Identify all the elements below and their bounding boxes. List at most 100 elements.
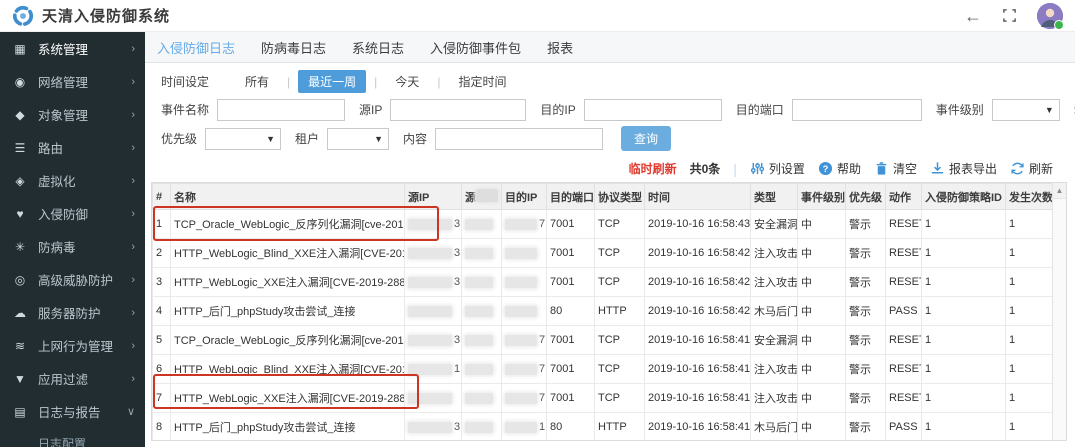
filter-input-目的端口[interactable] [792,99,922,121]
redaction-blur [408,248,452,259]
cell-protocol: TCP [595,326,645,355]
cell-action: RESET [886,384,922,413]
cell-level: 中 [798,210,846,239]
record-count: 共0条 [690,160,721,177]
sidebar-item-4[interactable]: ☰路由› [0,131,145,164]
cell-dst_port: 7001 [547,210,595,239]
server-icon: ☁ [12,306,28,320]
column-header-14: 发生次数 [1006,184,1055,210]
cell-src_ip: 3 [405,210,462,239]
cell-time: 2019-10-16 16:58:41 [645,355,751,384]
cell-src_port [462,268,502,297]
sidebar-item-label: 应用过滤 [38,369,131,388]
search-button[interactable]: 查询 [621,126,671,151]
fullscreen-icon[interactable] [1002,8,1017,23]
tab-5[interactable]: 报表 [547,38,573,57]
toolbar-button-列设置[interactable]: 列设置 [750,160,805,177]
refresh-notice: 临时刷新 [629,160,677,177]
sidebar-subitem[interactable]: 日志配置 [0,428,145,447]
column-header-11: 优先级 [846,184,886,210]
filter-input-内容[interactable] [435,128,603,150]
redaction-blur [465,306,493,317]
redacted-visible-digit: 3 [454,276,460,288]
filter-select-租户[interactable]: ▼ [327,128,389,150]
sidebar-item-10[interactable]: ≋上网行为管理› [0,329,145,362]
table-row[interactable]: 1TCP_Oracle_WebLogic_反序列化漏洞[cve-2019-289… [153,210,1055,239]
column-settings-icon [750,161,765,176]
table-row[interactable]: 8HTTP_后门_phpStudy攻击尝试_连接3180HTTP2019-10-… [153,413,1055,442]
cell-priority: 警示 [846,326,886,355]
sidebar-item-7[interactable]: ✳防病毒› [0,230,145,263]
cell-count: 1 [1006,239,1055,268]
cell-policy_id: 1 [922,326,1006,355]
threat-icon: ◎ [12,273,28,287]
sidebar-item-12[interactable]: ▤日志与报告∨ [0,395,145,428]
column-header-12: 动作 [886,184,922,210]
chevron-right-icon: › [131,274,135,286]
sidebar-item-6[interactable]: ♥入侵防御› [0,197,145,230]
time-option-4[interactable]: 指定时间 [448,70,516,93]
table-row[interactable]: 6HTTP_WebLogic_Blind_XXE注入漏洞[CVE-2019-26… [153,355,1055,384]
toolbar-button-刷新[interactable]: 刷新 [1010,160,1053,177]
toolbar-button-帮助[interactable]: ?帮助 [818,160,861,177]
time-option-2[interactable]: 最近一周 [298,70,366,93]
sidebar-item-8[interactable]: ◎高级威胁防护› [0,263,145,296]
sidebar-item-5[interactable]: ◈虚拟化› [0,164,145,197]
cell-action: RESET [886,268,922,297]
filter-field: 源IP [359,99,526,121]
cell-action: RESET [886,326,922,355]
sidebar-item-9[interactable]: ☁服务器防护› [0,296,145,329]
table-row[interactable]: 3HTTP_WebLogic_XXE注入漏洞[CVE-2019-2887]370… [153,268,1055,297]
table-row[interactable]: 7HTTP_WebLogic_XXE注入漏洞[CVE-2019-2887]770… [153,384,1055,413]
online-status-dot [1054,20,1064,30]
toolbar-button-清空[interactable]: 清空 [874,160,917,177]
redacted-visible-digit: 1 [454,363,460,375]
sidebar-item-1[interactable]: ▦系统管理› [0,32,145,65]
cell-count: 1 [1006,297,1055,326]
cell-dst_ip: 7 [502,326,547,355]
redacted-visible-digit: 7 [539,334,545,346]
sidebar-item-3[interactable]: ◆对象管理› [0,98,145,131]
chevron-right-icon: › [131,340,135,352]
redaction-blur [505,335,537,346]
cell-src_ip: 3 [405,239,462,268]
cell-type: 注入攻击 [751,384,798,413]
filter-input-源IP[interactable] [390,99,526,121]
tab-1[interactable]: 入侵防御日志 [157,38,235,57]
filter-select-事件级别[interactable]: ▼ [992,99,1060,121]
filter-field-label: 优先级 [161,130,197,147]
time-option-3[interactable]: 今天 [385,70,429,93]
filter-field: 内容 [403,128,603,150]
tab-4[interactable]: 入侵防御事件包 [430,38,521,57]
redaction-blur [408,393,452,404]
log-table-container: #名称源IP源端口目的IP目的端口协议类型时间类型事件级别优先级动作入侵防御策略… [151,182,1067,441]
sidebar-item-2[interactable]: ◉网络管理› [0,65,145,98]
scroll-up-icon[interactable]: ▲ [1053,183,1066,199]
column-header-6: 目的端口 [547,184,595,210]
chevron-right-icon: › [131,76,135,88]
filter-select-优先级[interactable]: ▼ [205,128,281,150]
time-option-1[interactable]: 所有 [235,70,279,93]
toolbar-button-报表导出[interactable]: 报表导出 [930,160,997,177]
cell-src_ip [405,297,462,326]
cell-type: 木马后门 [751,297,798,326]
tab-3[interactable]: 系统日志 [352,38,404,57]
sidebar-item-11[interactable]: ▼应用过滤› [0,362,145,395]
redaction-blur [408,335,452,346]
table-row[interactable]: 5TCP_Oracle_WebLogic_反序列化漏洞[cve-2019-289… [153,326,1055,355]
avatar[interactable] [1037,3,1063,29]
cell-policy_id: 1 [922,384,1006,413]
filter-input-目的IP[interactable] [584,99,722,121]
cell-protocol: HTTP [595,297,645,326]
cell-action: RESET [886,239,922,268]
tab-2[interactable]: 防病毒日志 [261,38,326,57]
back-icon[interactable]: ← [964,7,982,25]
filter-input-事件名称[interactable] [217,99,345,121]
cell-dst_port: 80 [547,413,595,442]
column-header-9: 类型 [751,184,798,210]
table-row[interactable]: 4HTTP_后门_phpStudy攻击尝试_连接80HTTP2019-10-16… [153,297,1055,326]
vertical-scrollbar[interactable]: ▲ [1052,183,1066,440]
filter-field-label: 目的IP [540,101,575,118]
table-row[interactable]: 2HTTP_WebLogic_Blind_XXE注入漏洞[CVE-2019-26… [153,239,1055,268]
cell-idx: 1 [153,210,171,239]
